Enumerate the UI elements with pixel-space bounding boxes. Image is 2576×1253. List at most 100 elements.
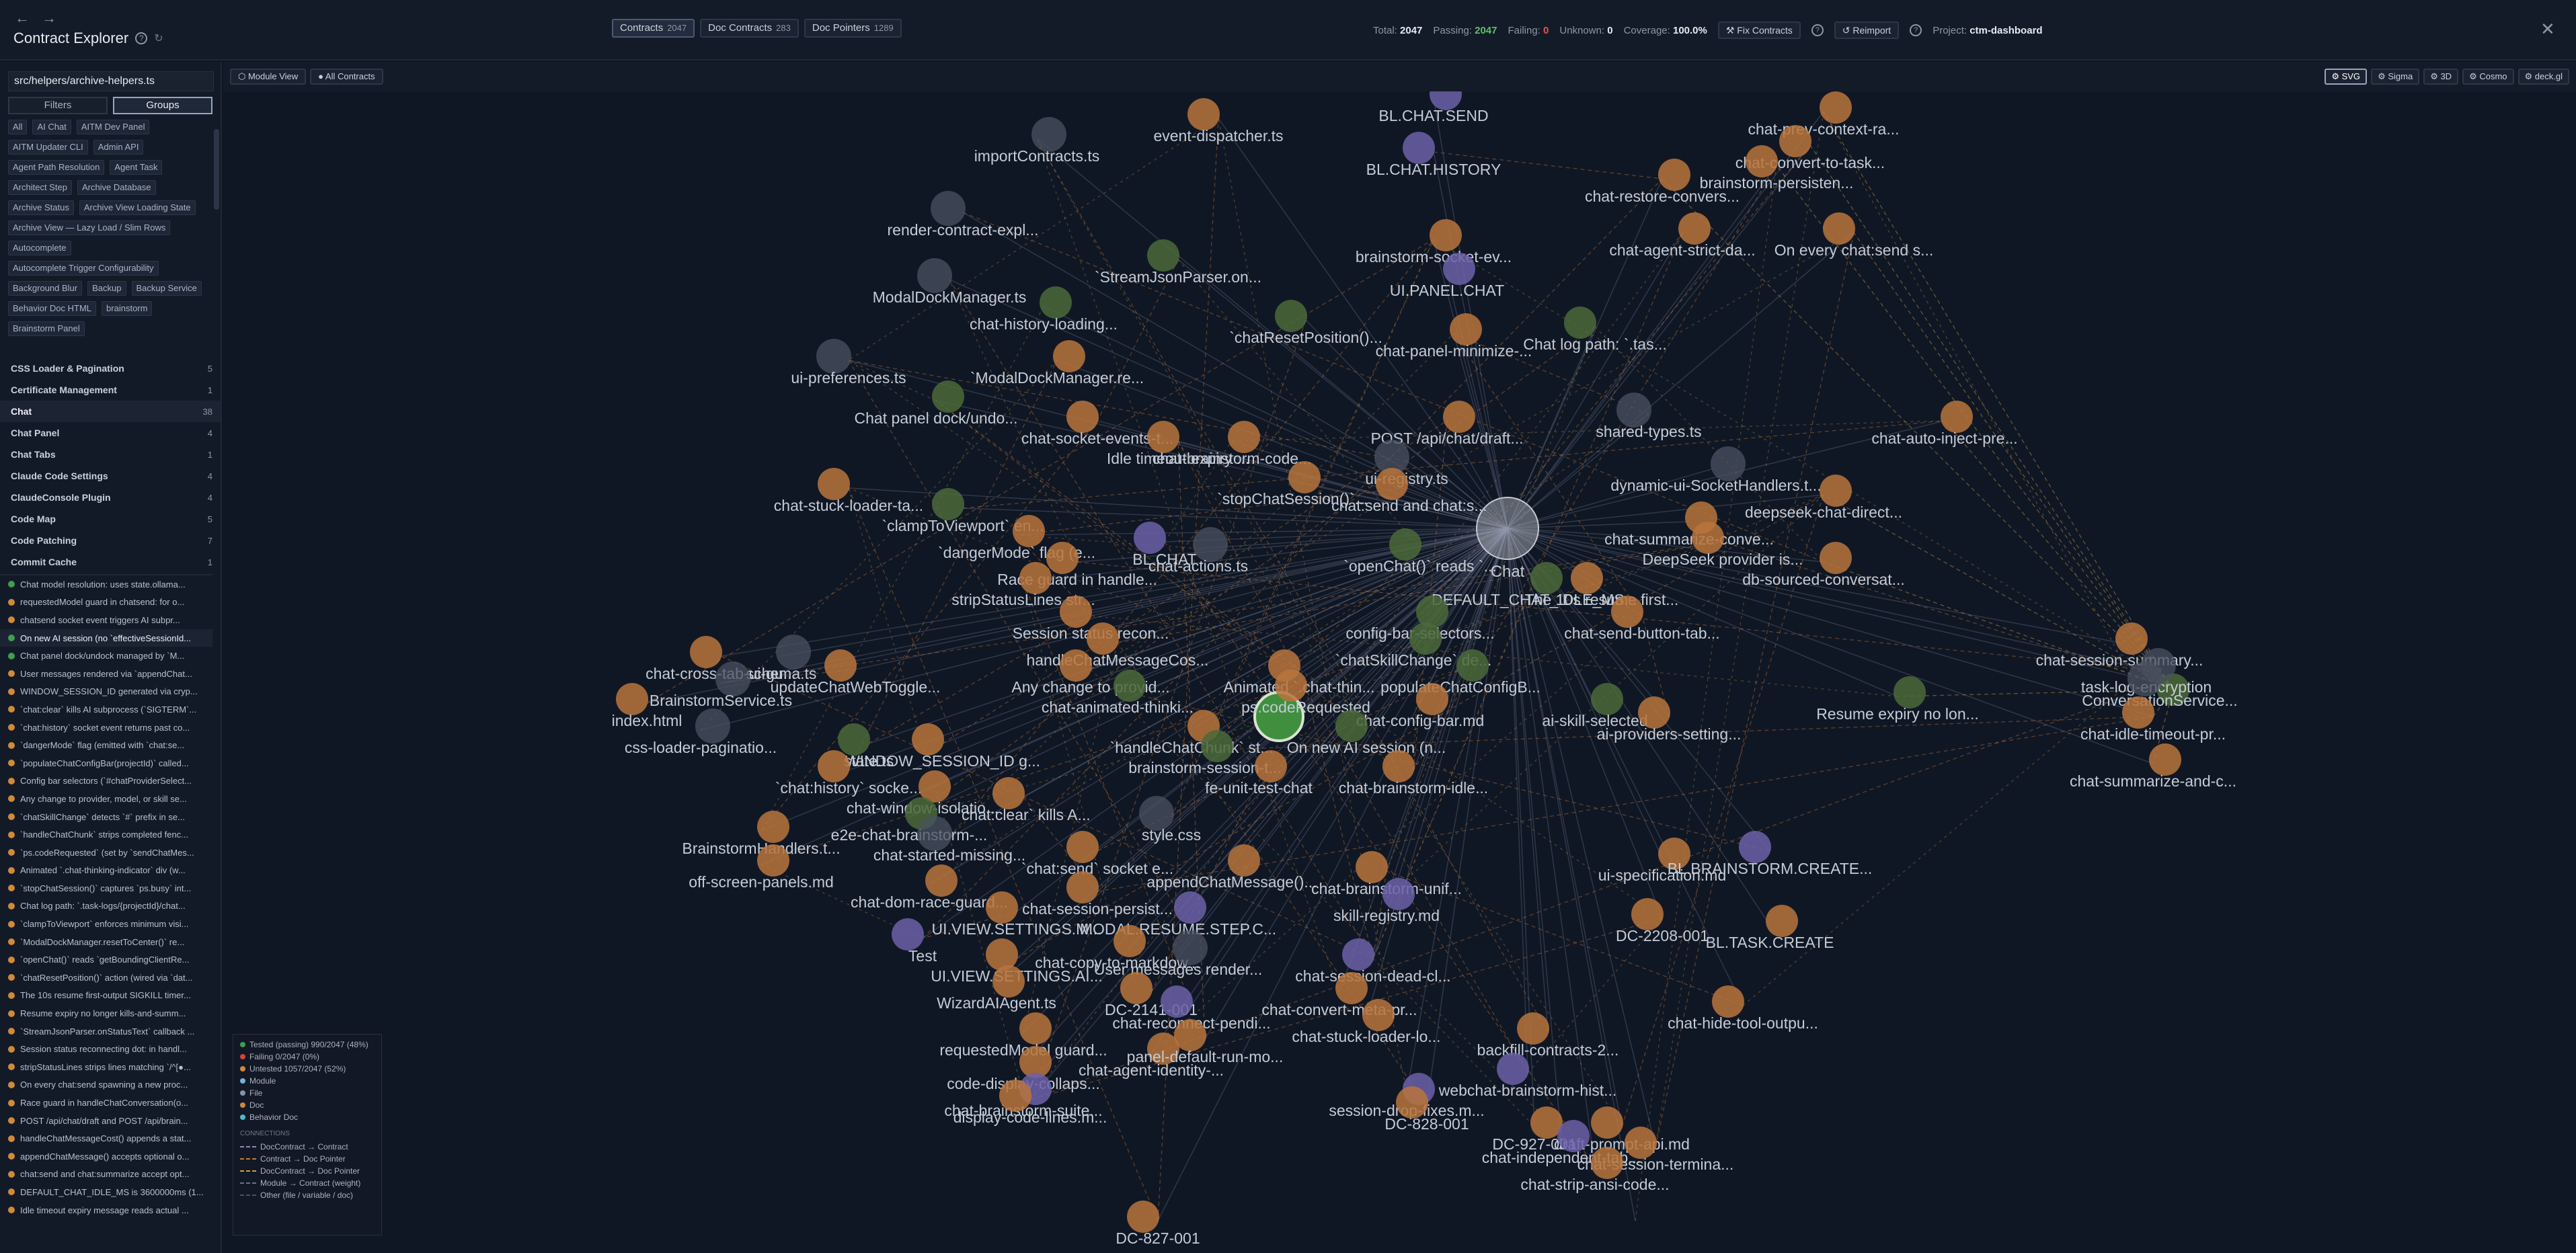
- help-icon[interactable]: ?: [1910, 24, 1922, 36]
- graph-node[interactable]: ModalDockManager.ts: [873, 258, 1027, 306]
- graph-node[interactable]: `chatResetPosition()...: [1229, 300, 1382, 346]
- group-row[interactable]: Commit Cache 1: [0, 551, 221, 571]
- group-chip[interactable]: All: [8, 120, 28, 134]
- graph-node[interactable]: BL.CHAT.HISTORY: [1366, 132, 1501, 178]
- contract-item[interactable]: Race guard in handleChatConversation(o..…: [0, 1094, 212, 1112]
- group-chip[interactable]: Backup: [87, 281, 126, 296]
- group-chip[interactable]: Autocomplete Trigger Configurability: [8, 261, 159, 276]
- contract-item[interactable]: stripStatusLines strips lines matching `…: [0, 1058, 212, 1076]
- contract-item[interactable]: DEFAULT_CHAT_IDLE_MS is 3600000ms (1...: [0, 1183, 212, 1201]
- group-row[interactable]: Chat 38: [0, 401, 221, 422]
- group-chip[interactable]: Behavior Doc HTML: [8, 301, 97, 316]
- renderer-button[interactable]: ⚙ deck.gl: [2518, 69, 2569, 85]
- graph-node[interactable]: chat-brainstorm-idle...: [1339, 750, 1488, 797]
- group-chip[interactable]: Autocomplete: [8, 241, 71, 255]
- group-chip[interactable]: Archive View — Lazy Load / Slim Rows: [8, 220, 171, 235]
- view-button[interactable]: ⬡ Module View: [230, 69, 307, 85]
- group-chip[interactable]: Brainstorm Panel: [8, 321, 85, 336]
- contract-item[interactable]: Chat log path: `.task-logs/{projectId}/c…: [0, 897, 212, 916]
- graph-node[interactable]: chat-session-summary...: [2036, 622, 2203, 669]
- group-row[interactable]: Certificate Management 1: [0, 379, 221, 401]
- contract-item[interactable]: `populateChatConfigBar(projectId)` calle…: [0, 754, 212, 772]
- contract-item[interactable]: `chat:clear` kills AI subprocess (`SIGTE…: [0, 700, 212, 719]
- renderer-button[interactable]: ⚙ Cosmo: [2462, 69, 2514, 85]
- graph-node[interactable]: event-dispatcher.ts: [1153, 98, 1284, 145]
- group-chip[interactable]: Architect Step: [8, 180, 72, 195]
- graph-node[interactable]: WINDOW_SESSION_ID g...: [845, 723, 1040, 770]
- graph-node[interactable]: BL.CHAT.SEND: [1378, 91, 1489, 124]
- graph-node[interactable]: backfill-contracts-2...: [1477, 1012, 1619, 1059]
- contract-item[interactable]: POST /api/chat/draft and POST /api/brain…: [0, 1112, 212, 1130]
- contract-item[interactable]: Config bar selectors (`#chatProviderSele…: [0, 772, 212, 791]
- file-path-input[interactable]: src/helpers/archive-helpers.ts: [8, 71, 214, 91]
- contract-item[interactable]: `ps.codeRequested` (set by `sendChatMes.…: [0, 844, 212, 862]
- contract-item[interactable]: `chatResetPosition()` action (wired via …: [0, 969, 212, 987]
- help-icon[interactable]: ?: [135, 32, 148, 44]
- graph-node[interactable]: ui-preferences.ts: [791, 339, 906, 387]
- graph-node[interactable]: `StreamJsonParser.on...: [1095, 239, 1261, 286]
- contract-item[interactable]: WINDOW_SESSION_ID generated via cryp...: [0, 683, 212, 701]
- graph-node[interactable]: shared-types.ts: [1596, 393, 1702, 440]
- group-row[interactable]: Chat Panel 4: [0, 422, 221, 444]
- group-chip[interactable]: Admin API: [93, 140, 144, 155]
- refresh-icon[interactable]: ↻: [154, 32, 163, 45]
- graph-node[interactable]: chat-hide-tool-outpu...: [1668, 985, 1818, 1032]
- contract-item[interactable]: Chat model resolution: uses state.ollama…: [0, 575, 212, 594]
- renderer-button[interactable]: ⚙ Sigma: [2371, 69, 2420, 85]
- scrollbar[interactable]: [214, 129, 219, 210]
- group-row[interactable]: Code Patching 7: [0, 530, 221, 551]
- close-icon[interactable]: ✕: [2540, 19, 2555, 40]
- graph-node[interactable]: style.css: [1139, 796, 1201, 844]
- graph-node[interactable]: render-contract-expl...: [888, 191, 1039, 239]
- renderer-button[interactable]: ⚙ 3D: [2423, 69, 2459, 85]
- contract-item[interactable]: requestedModel guard in chatsend: for o.…: [0, 594, 212, 612]
- group-chip[interactable]: AITM Updater CLI: [8, 140, 88, 155]
- graph-node[interactable]: chat-agent-strict-da...: [1609, 212, 1756, 259]
- group-row[interactable]: Chat Tabs 1: [0, 444, 221, 465]
- graph-node[interactable]: chat-summarize-and-c...: [2070, 743, 2236, 790]
- group-row[interactable]: Code Map 5: [0, 508, 221, 530]
- graph-node[interactable]: schema.ts: [746, 635, 817, 682]
- contract-item[interactable]: `StreamJsonParser.onStatusText` callback…: [0, 1022, 212, 1041]
- contract-item[interactable]: `handleChatChunk` strips completed fenc.…: [0, 825, 212, 844]
- contract-item[interactable]: `chatSkillChange` detects `#` prefix in …: [0, 808, 212, 826]
- group-chip[interactable]: Backup Service: [131, 281, 202, 296]
- contract-item[interactable]: chatsend socket event triggers AI subpr.…: [0, 611, 212, 629]
- fix-contracts-button[interactable]: ⚒ Fix Contracts: [1717, 22, 1801, 39]
- view-button[interactable]: ● All Contracts: [310, 69, 383, 85]
- graph-node[interactable]: chat-panel-minimize-...: [1376, 313, 1532, 360]
- filters-tab[interactable]: Filters: [8, 97, 108, 114]
- help-icon[interactable]: ?: [1811, 24, 1824, 36]
- contract-item[interactable]: User messages rendered via `appendChat..…: [0, 665, 212, 683]
- contract-item[interactable]: Animated `.chat-thinking-indicator` div …: [0, 862, 212, 880]
- contract-item[interactable]: On new AI session (no `effectiveSessionI…: [0, 629, 212, 647]
- contract-item[interactable]: chat:send and chat:summarize accept opt.…: [0, 1166, 212, 1184]
- group-chip[interactable]: Archive Status: [8, 200, 74, 215]
- contract-item[interactable]: `openChat()` reads `getBoundingClientRe.…: [0, 951, 212, 969]
- contract-item[interactable]: Idle timeout expiry message reads actual…: [0, 1201, 212, 1219]
- group-chip[interactable]: AI Chat: [32, 120, 71, 134]
- graph-node[interactable]: `ModalDockManager.re...: [970, 340, 1144, 387]
- group-row[interactable]: CSS Loader & Pagination 5: [0, 358, 221, 379]
- reimport-button[interactable]: ↺ Reimport: [1834, 22, 1900, 39]
- graph-node[interactable]: Test: [892, 918, 937, 965]
- arrow-left-icon[interactable]: ←: [15, 9, 30, 27]
- graph-node[interactable]: ai-skill-selected: [1542, 683, 1648, 729]
- graph-node[interactable]: DC-827-001: [1116, 1201, 1200, 1247]
- graph-node[interactable]: DC-2208-001: [1616, 898, 1709, 944]
- group-row[interactable]: Claude Code Settings 4: [0, 465, 221, 487]
- graph-node[interactable]: brainstorm-socket-ev...: [1356, 219, 1512, 266]
- contract-item[interactable]: `dangerMode` flag (emitted with `chat:se…: [0, 736, 212, 754]
- contract-item[interactable]: `ModalDockManager.resetToCenter()` re...: [0, 933, 212, 951]
- graph-node[interactable]: BL.BRAINSTORM.CREATE...: [1668, 831, 1873, 877]
- graph-node[interactable]: chat-dom-race-guard...: [851, 864, 1008, 911]
- contract-item[interactable]: Chat panel dock/undock managed by `M...: [0, 647, 212, 665]
- group-row[interactable]: ClaudeConsole Plugin 4: [0, 487, 221, 508]
- graph-node[interactable]: chat-session-dead-cl...: [1295, 938, 1451, 985]
- contract-item[interactable]: Session status reconnecting dot: in hand…: [0, 1040, 212, 1058]
- graph-node[interactable]: Chat panel dock/undo...: [855, 380, 1018, 427]
- contract-item[interactable]: `chat:history` socket event returns past…: [0, 719, 212, 737]
- group-chip[interactable]: Agent Path Resolution: [8, 160, 105, 175]
- arrow-right-icon[interactable]: →: [42, 9, 56, 27]
- graph-node[interactable]: On every chat:send s...: [1774, 212, 1934, 259]
